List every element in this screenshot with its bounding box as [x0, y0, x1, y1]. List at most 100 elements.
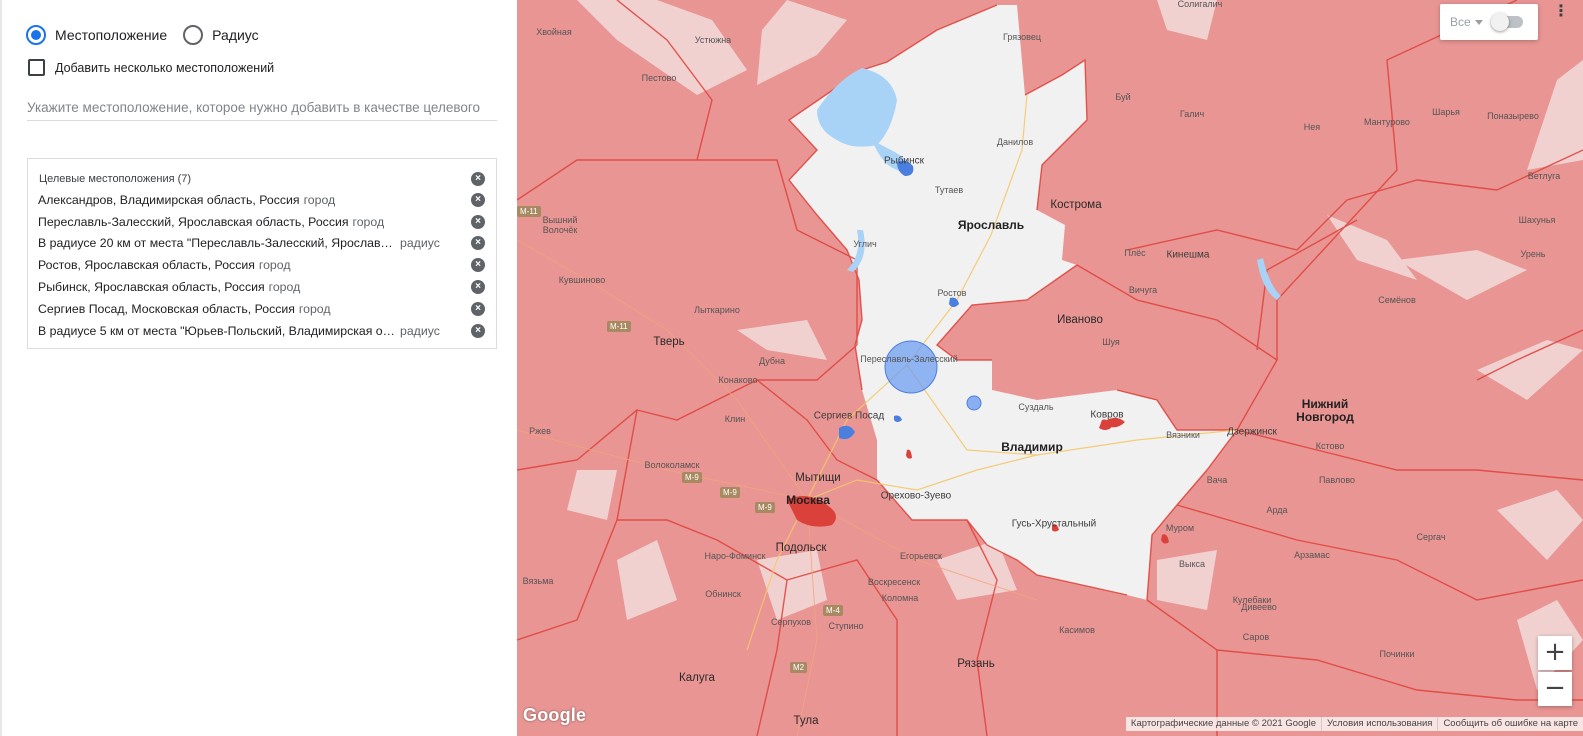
map-label-vyazma: Вязьма — [522, 576, 554, 586]
map-label-mytishchi: Мытищи — [795, 472, 841, 484]
target-location-type: радиус — [400, 323, 440, 338]
zoom-in-button[interactable]: + — [1538, 636, 1572, 670]
map-label-pavlovo: Павлово — [1318, 475, 1356, 485]
target-location-name: Рыбинск, Ярославская область, Россия — [38, 280, 265, 295]
map-label-ivanovo: Иваново — [1057, 314, 1103, 326]
map-view[interactable]: Ярославль Кострома Рыбинск Данилов Углич Рост… — [517, 0, 1583, 736]
target-location-name: Переславль-Залесский, Ярославская област… — [38, 214, 349, 229]
map-label-manturovo: Мантурово — [1364, 117, 1410, 127]
map-label-ponazyrevo: Поназырево — [1487, 111, 1539, 121]
map-label-soligalich: Солигалич — [1177, 0, 1223, 9]
map-label-vykhino: Лыткарино — [694, 305, 740, 315]
report-error-link[interactable]: Сообщить об ошибке на карте — [1437, 717, 1583, 731]
map-label-ardatov: Арда — [1266, 505, 1288, 515]
road-shield: M-4 — [823, 605, 843, 616]
target-location-type: радиус — [400, 236, 440, 251]
map-label-orekhovo: Орехово-Зуево — [880, 490, 952, 502]
target-location-row: Рыбинск, Ярославская область, Россия горо… — [28, 276, 496, 298]
remove-location-icon[interactable]: × — [471, 280, 485, 295]
map-label-galich: Галич — [1179, 109, 1205, 119]
map-label-moscow: Москва — [786, 493, 830, 507]
map-label-pochinki: Починки — [1379, 649, 1415, 659]
road-shield: M-11 — [517, 206, 541, 217]
map-label-shakhunya: Шахунья — [1518, 215, 1556, 225]
chevron-down-icon[interactable] — [1474, 19, 1483, 25]
map-label-ustyuzhna: Устюжна — [694, 35, 732, 45]
map-label-kostroma: Кострома — [1050, 199, 1102, 211]
terms-link[interactable]: Условия использования — [1320, 717, 1437, 731]
map-label-ples: Плёс — [1124, 248, 1146, 258]
remove-location-icon[interactable]: × — [471, 192, 485, 207]
map-label-vacha: Вача — [1206, 475, 1228, 485]
remove-location-icon[interactable]: × — [471, 323, 485, 338]
radio-location[interactable] — [26, 25, 46, 45]
target-location-row: Сергиев Посад, Московская область, Росси… — [28, 298, 496, 320]
filter-dropdown[interactable]: Все — [1450, 15, 1471, 29]
road-shield: M-11 — [607, 321, 631, 332]
add-multiple-row: Добавить несколько местоположений — [28, 59, 274, 76]
map-label-ryazan: Рязань — [957, 658, 995, 670]
map-label-sarov: Саров — [1242, 632, 1270, 642]
map-label-tula: Тула — [793, 715, 819, 727]
map-label-tver: Тверь — [653, 336, 685, 348]
map-label-vyazniki: Вязники — [1166, 430, 1200, 440]
target-location-text: Александров, Владимирская область, Росси… — [38, 193, 335, 207]
target-location-row: В радиусе 20 км от места "Переславль-Зал… — [28, 233, 496, 255]
road-shield: M-9 — [682, 472, 702, 483]
target-location-row: В радиусе 5 км от места "Юрьев-Польский,… — [28, 320, 496, 342]
map-canvas — [517, 0, 1583, 736]
target-location-name: В радиусе 5 км от места "Юрьев-Польский,… — [38, 323, 396, 338]
more-vert-icon[interactable]: ⋮ — [1551, 4, 1571, 24]
target-location-row: Ростов, Ярославская область, Россия город… — [28, 254, 496, 276]
target-location-name: Александров, Владимирская область, Росси… — [38, 192, 300, 207]
target-location-name: Ростов, Ярославская область, Россия — [38, 258, 255, 273]
zoom-out-button[interactable]: − — [1538, 672, 1572, 706]
map-label-kstovo: Кстово — [1315, 441, 1345, 451]
road-shield: M-9 — [755, 502, 775, 513]
location-search-input[interactable] — [27, 95, 497, 121]
target-location-type: город — [258, 258, 291, 273]
target-location-text: Сергиев Посад, Московская область, Росси… — [38, 302, 331, 316]
road-shield: M-9 — [720, 487, 740, 498]
map-label-klin: Клин — [724, 414, 746, 424]
target-location-type: город — [352, 214, 385, 229]
map-label-kasimov: Касимов — [1059, 625, 1095, 635]
target-locations-list: Целевые местоположения (7) × Александров… — [27, 158, 497, 349]
map-label-uren: Урень — [1520, 249, 1546, 259]
map-label-gus: Гусь-Хрустальный — [1011, 518, 1097, 530]
target-location-text: В радиусе 20 км от места "Переславль-Зал… — [38, 236, 440, 250]
map-label-sergach: Сергач — [1416, 532, 1446, 542]
map-filter-control: Все — [1440, 4, 1538, 40]
map-label-vyksa: Выкса — [1178, 559, 1206, 569]
target-location-type: город — [298, 301, 331, 316]
targeting-mode-group: Местоположение Радиус — [26, 25, 275, 45]
map-label-voskresensk: Воскресенск — [867, 577, 921, 587]
add-multiple-checkbox[interactable] — [28, 59, 45, 76]
map-label-serpukhov: Серпухов — [770, 617, 812, 627]
remove-location-icon[interactable]: × — [471, 258, 485, 273]
map-label-suzdal: Суздаль — [1018, 402, 1054, 412]
targeting-panel: Местоположение Радиус Добавить несколько… — [0, 0, 517, 736]
map-data-attribution: Картографические данные © 2021 Google — [1130, 718, 1316, 729]
map-label-sergiev-posad: Сергиев Посад — [813, 410, 885, 422]
remove-location-icon[interactable]: × — [471, 236, 485, 251]
target-location-text: В радиусе 5 км от места "Юрьев-Польский,… — [38, 324, 440, 338]
map-label-rybinsk: Рыбинск — [883, 155, 925, 167]
target-location-name: В радиусе 20 км от места "Переславль-Зал… — [38, 236, 396, 251]
target-locations-title: Целевые местоположения (7) — [39, 173, 192, 185]
map-label-pestovo: Пестово — [641, 73, 677, 83]
remove-location-icon[interactable]: × — [471, 301, 485, 316]
google-logo: Google — [523, 705, 587, 725]
radio-radius[interactable] — [183, 25, 204, 45]
map-label-danilov: Данилов — [996, 137, 1034, 147]
radio-location-label[interactable]: Местоположение — [55, 27, 167, 43]
radio-radius-label[interactable]: Радиус — [212, 27, 259, 43]
map-label-yaroslavl: Ярославль — [957, 218, 1025, 232]
add-multiple-label[interactable]: Добавить несколько местоположений — [55, 61, 274, 75]
remove-all-icon[interactable]: × — [471, 172, 485, 186]
map-label-kovrov: Ковров — [1090, 409, 1124, 421]
filter-toggle[interactable] — [1490, 13, 1523, 31]
map-label-neya: Нея — [1303, 122, 1321, 132]
map-label-kineshma: Кинешма — [1166, 249, 1210, 261]
remove-location-icon[interactable]: × — [471, 214, 485, 229]
